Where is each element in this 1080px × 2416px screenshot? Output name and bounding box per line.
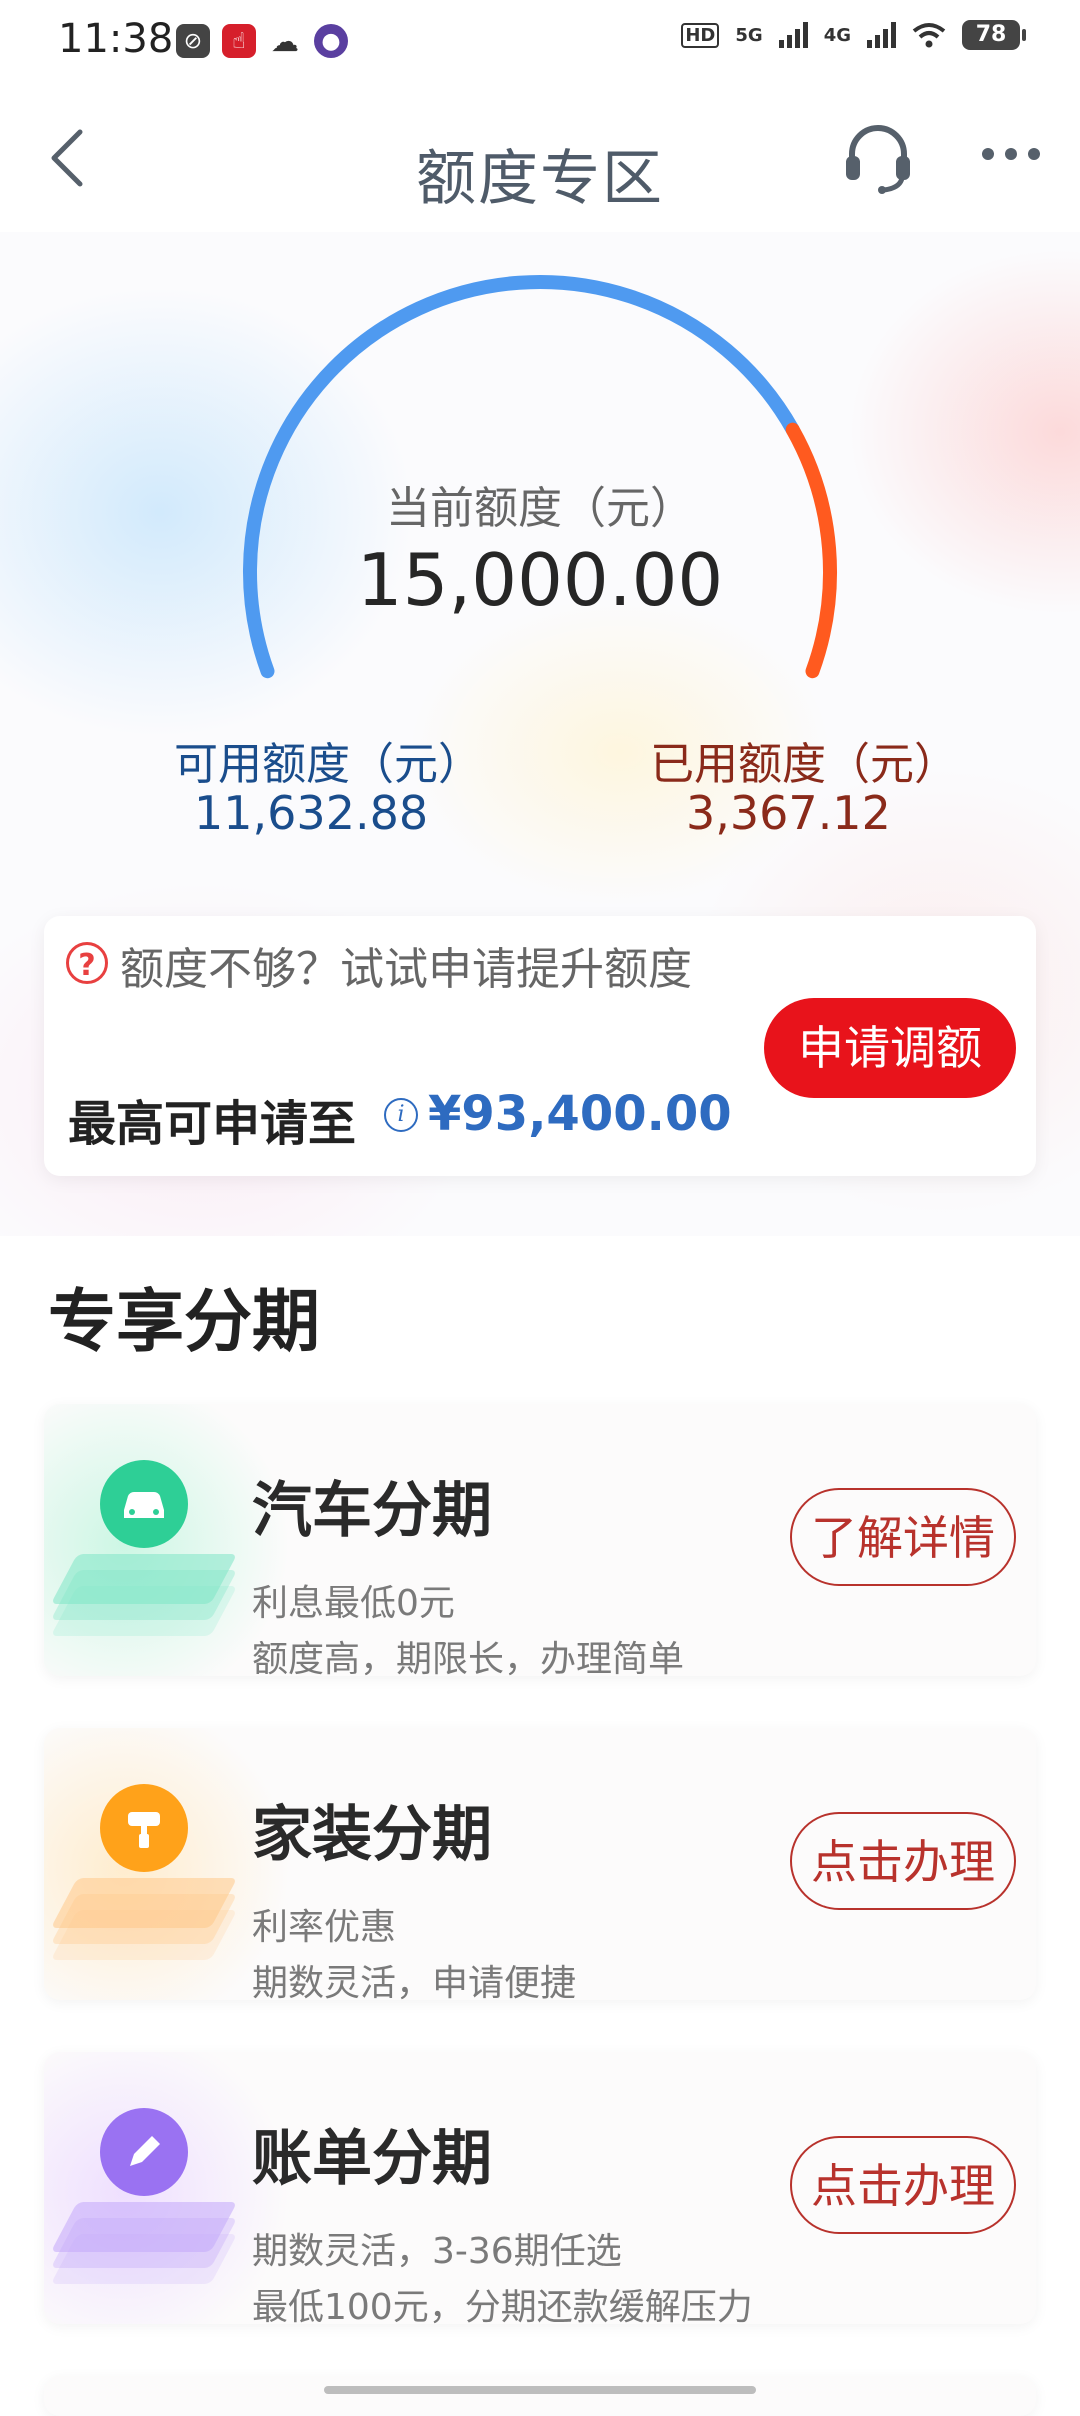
product-title: 账单分期 — [252, 2124, 492, 2194]
nav-header: 额度专区 — [0, 86, 1080, 234]
product-feature: 利息最低0元 — [252, 1583, 455, 1624]
purple-app-icon: ● — [314, 24, 348, 58]
installment-card-bill[interactable]: 账单分期 期数灵活，3-36期任选 最低100元，分期还款缓解压力 点击办理 — [44, 2052, 1036, 2324]
apply-now-button[interactable]: 点击办理 — [790, 2136, 1016, 2234]
installment-card-car[interactable]: 汽车分期 利息最低0元 额度高，期限长，办理简单 了解详情 — [44, 1404, 1036, 1676]
battery-icon: 78 — [962, 20, 1026, 50]
used-credit-label: 已用额度（元） — [650, 739, 958, 790]
wifi-icon — [912, 23, 946, 48]
hd-icon: HD — [681, 22, 720, 48]
status-right: HD 5G 4G 78 — [681, 20, 1026, 50]
info-icon[interactable]: i — [384, 1098, 418, 1132]
available-credit-label: 可用额度（元） — [174, 739, 482, 790]
notification-icons: ⊘ ☝ ☁ ● — [176, 24, 348, 58]
question-icon: ? — [66, 942, 108, 984]
current-credit-label: 当前额度（元） — [386, 483, 694, 534]
credit-overview: 当前额度（元） 15,000.00 可用额度（元） 11,632.88 已用额度… — [0, 232, 1080, 1236]
network-5g-label: 5G — [735, 24, 763, 46]
pen-icon — [100, 2108, 188, 2196]
credit-increase-card: ? 额度不够？试试申请提升额度 最高可申请至 i ¥93,400.00 申请调额 — [44, 916, 1036, 1176]
product-title: 家装分期 — [252, 1800, 492, 1870]
section-title: 专享分期 — [48, 1283, 321, 1362]
link-app-icon: ⊘ — [176, 24, 210, 58]
status-bar: 11:38 ⊘ ☝ ☁ ● HD 5G 4G 78 — [0, 0, 1080, 86]
max-apply-label: 最高可申请至 — [68, 1096, 357, 1152]
page-title: 额度专区 — [416, 144, 664, 214]
product-feature: 额度高，期限长，办理简单 — [252, 1639, 685, 1676]
used-credit-value: 3,367.12 — [686, 786, 891, 840]
paint-roller-icon — [100, 1784, 188, 1872]
next-card-partial — [44, 2376, 1036, 2416]
product-feature: 最低100元，分期还款缓解压力 — [252, 2287, 753, 2324]
installment-card-home[interactable]: 家装分期 利率优惠 期数灵活，申请便捷 点击办理 — [44, 1728, 1036, 2000]
product-feature: 期数灵活，3-36期任选 — [252, 2231, 622, 2272]
customer-service-icon[interactable] — [840, 120, 916, 196]
product-feature: 利率优惠 — [252, 1907, 397, 1948]
signal-5g-icon — [778, 22, 808, 48]
product-feature: 期数灵活，申请便捷 — [252, 1963, 577, 2000]
apply-now-button[interactable]: 点击办理 — [790, 1812, 1016, 1910]
apply-increase-button[interactable]: 申请调额 — [764, 998, 1016, 1098]
status-time: 11:38 — [58, 16, 174, 62]
car-icon — [100, 1460, 188, 1548]
signal-4g-icon — [867, 22, 896, 48]
home-indicator[interactable] — [324, 2386, 756, 2394]
learn-more-button[interactable]: 了解详情 — [790, 1488, 1016, 1586]
wechat-icon: ☁ — [268, 24, 302, 58]
max-apply-value: ¥93,400.00 — [428, 1086, 732, 1142]
more-options-icon[interactable] — [982, 148, 1040, 160]
credit-increase-prompt: 额度不够？试试申请提升额度 — [120, 944, 692, 995]
available-credit-value: 11,632.88 — [194, 786, 429, 840]
current-credit-value: 15,000.00 — [356, 538, 724, 622]
network-4g-label: 4G — [823, 24, 851, 46]
product-title: 汽车分期 — [252, 1476, 492, 1546]
red-app-icon: ☝ — [222, 24, 256, 58]
